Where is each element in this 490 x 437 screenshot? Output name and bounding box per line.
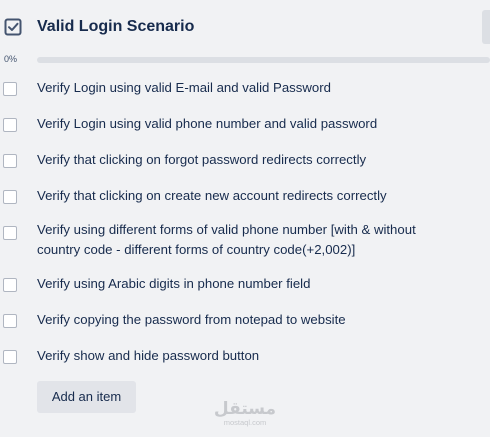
item-checkbox[interactable] <box>3 226 17 240</box>
item-checkbox[interactable] <box>3 82 17 96</box>
checked-box-icon <box>4 18 22 36</box>
checklist-item[interactable]: Verify that clicking on create new accou… <box>0 180 490 216</box>
checklist-item[interactable]: Verify using different forms of valid ph… <box>0 216 490 268</box>
item-checkbox[interactable] <box>3 314 17 328</box>
checklist-panel: Valid Login Scenario 0% Verify Login usi… <box>0 0 490 437</box>
checklist-items: Verify Login using valid E-mail and vali… <box>0 72 490 376</box>
watermark-logo-text: مستقل <box>213 399 277 418</box>
item-text[interactable]: Verify Login using valid phone number an… <box>37 114 457 134</box>
checklist-item[interactable]: Verify copying the password from notepad… <box>0 304 490 340</box>
item-text[interactable]: Verify that clicking on create new accou… <box>37 186 457 206</box>
checklist-item[interactable]: Verify Login using valid E-mail and vali… <box>0 72 490 108</box>
progress-percent: 0% <box>4 54 18 64</box>
item-text[interactable]: Verify that clicking on forgot password … <box>37 150 457 170</box>
item-checkbox[interactable] <box>3 190 17 204</box>
checklist-item[interactable]: Verify using Arabic digits in phone numb… <box>0 268 490 304</box>
checklist-item[interactable]: Verify show and hide password button <box>0 340 490 376</box>
item-text[interactable]: Verify using Arabic digits in phone numb… <box>37 274 457 294</box>
item-checkbox[interactable] <box>3 154 17 168</box>
checklist-item[interactable]: Verify that clicking on forgot password … <box>0 144 490 180</box>
add-item-button[interactable]: Add an item <box>37 381 136 413</box>
item-text[interactable]: Verify copying the password from notepad… <box>37 310 457 330</box>
checklist-header: Valid Login Scenario <box>0 0 490 52</box>
checklist-item[interactable]: Verify Login using valid phone number an… <box>0 108 490 144</box>
item-checkbox[interactable] <box>3 350 17 364</box>
watermark-logo: مستقل mostaql.com <box>213 399 277 428</box>
item-checkbox[interactable] <box>3 278 17 292</box>
item-text[interactable]: Verify Login using valid E-mail and vali… <box>37 78 457 98</box>
watermark-url: mostaql.com <box>223 418 267 427</box>
item-checkbox[interactable] <box>3 118 17 132</box>
item-text[interactable]: Verify using different forms of valid ph… <box>37 220 457 260</box>
checklist-title[interactable]: Valid Login Scenario <box>37 17 194 37</box>
progress-bar <box>37 57 490 63</box>
item-text[interactable]: Verify show and hide password button <box>37 346 457 366</box>
delete-checklist-button[interactable] <box>482 10 490 44</box>
